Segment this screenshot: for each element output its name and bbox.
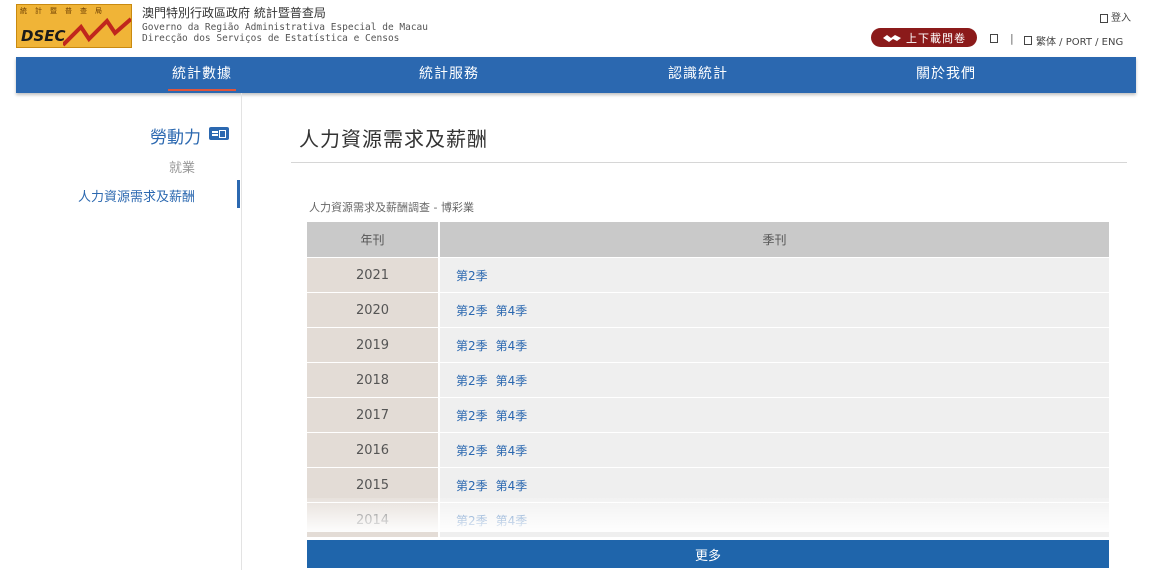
publication-table: 年刊 季刊 2021 第2季 2020 第2季 第4季 2019 第2季 第4季 2018 第2季… — [307, 222, 1109, 537]
year-cell[interactable]: 2016 — [307, 433, 440, 467]
sidebar-title[interactable]: 勞動力 — [150, 123, 201, 148]
main-nav: 統計數據 統計服務 認識統計 關於我們 — [16, 57, 1136, 93]
table-row: 2021 第2季 — [307, 257, 1109, 292]
table-body: 2021 第2季 2020 第2季 第4季 2019 第2季 第4季 2018 第2季 第4季 201… — [307, 257, 1109, 537]
sidebar-item-employment[interactable]: 就業 — [169, 157, 195, 176]
table-row: 2017 第2季 第4季 — [307, 397, 1109, 432]
quarter-link[interactable]: 第4季 — [496, 337, 528, 354]
handshake-icon — [883, 34, 901, 42]
quarters-cell: 第2季 — [440, 258, 1109, 292]
user-icon — [1099, 13, 1108, 23]
section-label: 人力資源需求及薪酬調查 - 博彩業 — [309, 201, 474, 214]
year-cell[interactable]: 2017 — [307, 398, 440, 432]
dsec-logo[interactable]: 統計暨普查局 DSEC — [16, 4, 132, 48]
year-cell[interactable]: 2020 — [307, 293, 440, 327]
download-label: 上下載問卷 — [906, 31, 966, 45]
table-row: 2018 第2季 第4季 — [307, 362, 1109, 397]
logo-zigzag-icon — [63, 17, 131, 47]
download-questionnaire-button[interactable]: 上下載問卷 — [871, 28, 977, 47]
sidebar: 勞動力 就業 人力資源需求及薪酬 — [0, 93, 242, 570]
quarters-cell: 第2季 第4季 — [440, 468, 1109, 502]
quarter-link[interactable]: 第2季 — [456, 302, 488, 319]
nav-item-statistics-data[interactable]: 統計數據 — [168, 57, 236, 93]
quarter-link[interactable]: 第2季 — [456, 267, 488, 284]
nav-item-statistics-services[interactable]: 統計服務 — [419, 57, 479, 93]
nav-item-about-us[interactable]: 關於我們 — [916, 57, 976, 93]
sidebar-active-indicator — [237, 180, 240, 208]
year-cell[interactable]: 2018 — [307, 363, 440, 397]
table-row: 2014 第2季 第4季 — [307, 502, 1109, 537]
quarter-link[interactable]: 第2季 — [456, 337, 488, 354]
title-divider — [291, 162, 1127, 163]
quarter-link[interactable]: 第2季 — [456, 477, 488, 494]
language-switcher[interactable]: 繁体 / PORT / ENG — [1024, 33, 1123, 48]
quarter-link[interactable]: 第4季 — [496, 512, 528, 529]
header-separator: | — [1010, 32, 1014, 45]
logo-chars: 統計暨普查局 — [20, 7, 110, 15]
org-name-pt1: Governo da Região Administrativa Especia… — [142, 22, 428, 33]
org-name-pt2: Direcção dos Serviços de Estatística e C… — [142, 33, 400, 44]
header-annual: 年刊 — [307, 222, 440, 257]
quarter-link[interactable]: 第4季 — [496, 372, 528, 389]
year-cell[interactable]: 2015 — [307, 468, 440, 502]
accessibility-icon[interactable] — [990, 34, 998, 43]
table-row: 2015 第2季 第4季 — [307, 467, 1109, 502]
quarters-cell: 第2季 第4季 — [440, 433, 1109, 467]
login-label: 登入 — [1111, 13, 1131, 24]
year-cell[interactable]: 2021 — [307, 258, 440, 292]
year-cell[interactable]: 2019 — [307, 328, 440, 362]
logo-text: DSEC — [21, 27, 66, 45]
more-button[interactable]: 更多 — [307, 540, 1109, 568]
quarters-cell: 第2季 第4季 — [440, 363, 1109, 397]
quarters-cell: 第2季 第4季 — [440, 398, 1109, 432]
nav-item-about-statistics[interactable]: 認識統計 — [668, 57, 728, 93]
table-header: 年刊 季刊 — [307, 222, 1109, 257]
quarters-cell: 第2季 第4季 — [440, 503, 1109, 537]
header-quarterly: 季刊 — [440, 222, 1109, 257]
org-name-zh: 澳門特別行政區政府 統計暨普查局 — [142, 6, 326, 20]
quarters-cell: 第2季 第4季 — [440, 293, 1109, 327]
sidebar-item-manpower-needs[interactable]: 人力資源需求及薪酬 — [78, 186, 195, 205]
site-header: 統計暨普查局 DSEC 澳門特別行政區政府 統計暨普查局 Governo da … — [0, 0, 1157, 56]
quarter-link[interactable]: 第2季 — [456, 407, 488, 424]
year-cell[interactable]: 2014 — [307, 503, 440, 537]
quarter-link[interactable]: 第2季 — [456, 442, 488, 459]
id-card-icon — [209, 127, 229, 140]
page-title: 人力資源需求及薪酬 — [299, 127, 488, 151]
login-link[interactable]: 登入 — [1099, 9, 1131, 24]
table-row: 2019 第2季 第4季 — [307, 327, 1109, 362]
quarter-link[interactable]: 第4季 — [496, 407, 528, 424]
table-row: 2020 第2季 第4季 — [307, 292, 1109, 327]
globe-icon — [1024, 36, 1032, 45]
quarter-link[interactable]: 第2季 — [456, 512, 488, 529]
quarter-link[interactable]: 第4季 — [496, 442, 528, 459]
quarter-link[interactable]: 第4季 — [496, 477, 528, 494]
quarters-cell: 第2季 第4季 — [440, 328, 1109, 362]
quarter-link[interactable]: 第4季 — [496, 302, 528, 319]
quarter-link[interactable]: 第2季 — [456, 372, 488, 389]
table-row: 2016 第2季 第4季 — [307, 432, 1109, 467]
language-label: 繁体 / PORT / ENG — [1036, 37, 1124, 48]
